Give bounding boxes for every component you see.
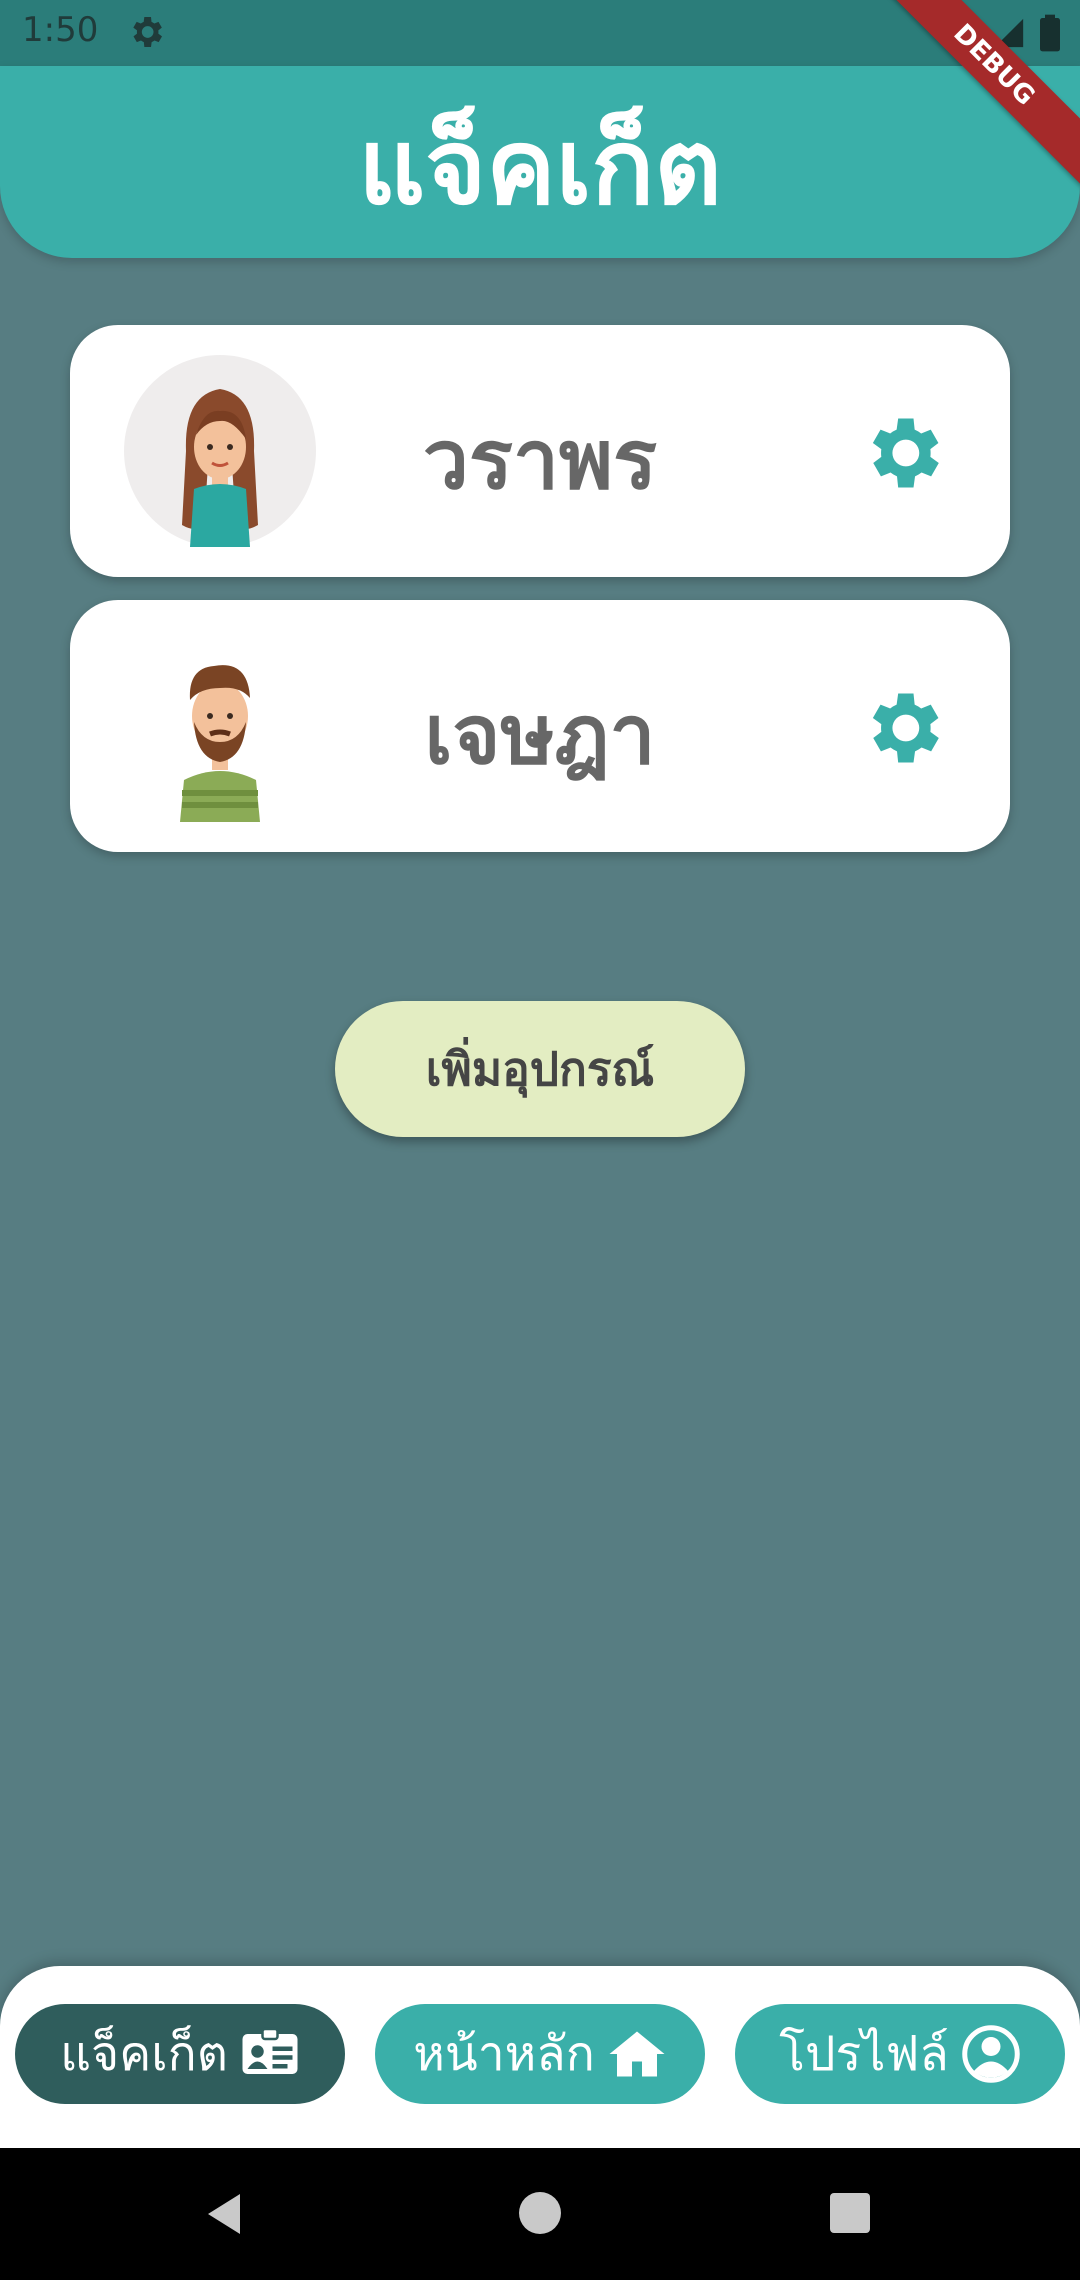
- man-avatar-icon: [180, 665, 260, 822]
- id-card-icon: [242, 2027, 298, 2074]
- jacket-card[interactable]: วราพร: [70, 325, 1010, 577]
- battery-icon: [1040, 14, 1060, 52]
- home-icon: [609, 2031, 665, 2077]
- user-circle-icon: [962, 2025, 1020, 2083]
- woman-avatar-icon: [124, 355, 316, 547]
- card-name: วราพร: [422, 413, 658, 508]
- app-header: แจ็คเก็ต: [0, 66, 1080, 258]
- nav-profile-button[interactable]: โปรไฟล์: [735, 2004, 1065, 2104]
- page-title: แจ็คเก็ต: [358, 106, 722, 228]
- add-device-button[interactable]: เพิ่มอุปกรณ์: [335, 1001, 745, 1137]
- system-nav-bar: [0, 2148, 1080, 2280]
- nav-jacket-label: แจ็คเก็ต: [60, 2026, 228, 2082]
- settings-gear-icon[interactable]: [856, 682, 948, 774]
- recents-icon[interactable]: [830, 2193, 870, 2233]
- jacket-card[interactable]: เจษฎา: [70, 600, 1010, 852]
- nav-home-button[interactable]: หน้าหลัก: [375, 2004, 705, 2104]
- nav-jacket-button[interactable]: แจ็คเก็ต: [15, 2004, 345, 2104]
- home-circle-icon[interactable]: [519, 2192, 561, 2234]
- status-time: 1:50: [22, 10, 99, 50]
- nav-home-label: หน้าหลัก: [413, 2026, 595, 2082]
- back-icon[interactable]: [200, 2190, 248, 2238]
- bottom-nav: แจ็คเก็ต หน้าหลัก โปรไฟล์: [0, 1966, 1080, 2148]
- settings-notification-icon: [133, 17, 162, 47]
- card-name: เจษฎา: [424, 688, 656, 783]
- settings-gear-icon[interactable]: [856, 407, 948, 499]
- nav-profile-label: โปรไฟล์: [779, 2026, 949, 2082]
